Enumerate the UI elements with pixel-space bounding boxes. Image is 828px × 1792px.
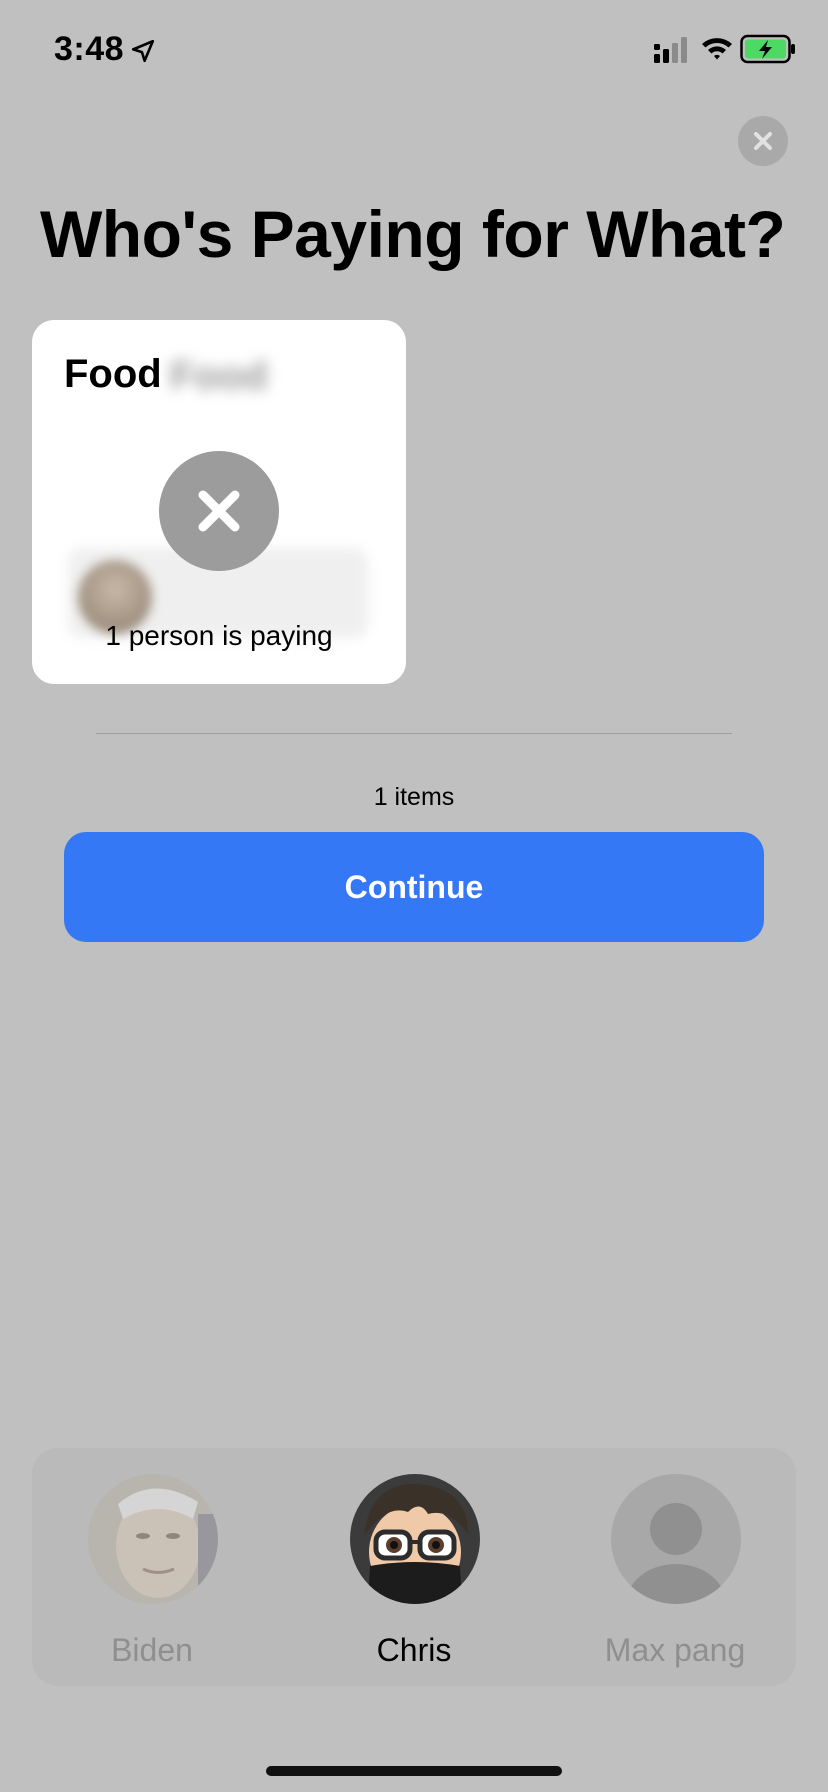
person-biden[interactable]: Biden bbox=[52, 1474, 252, 1674]
person-max-pang[interactable]: Max pang bbox=[575, 1474, 775, 1674]
person-name: Biden bbox=[111, 1632, 193, 1668]
home-indicator bbox=[266, 1766, 562, 1776]
remove-item-button[interactable] bbox=[159, 451, 279, 571]
person-name: Chris bbox=[376, 1632, 452, 1668]
location-arrow-icon bbox=[131, 39, 155, 63]
continue-button[interactable]: Continue bbox=[64, 832, 764, 942]
blurred-card-title: Food bbox=[170, 354, 268, 398]
items-count: 1 items bbox=[373, 783, 455, 811]
close-button[interactable] bbox=[738, 116, 788, 166]
close-icon bbox=[754, 132, 772, 150]
item-card-food[interactable]: Food Food 1 person is paying bbox=[32, 320, 406, 684]
avatar-placeholder-icon bbox=[611, 1474, 741, 1604]
remove-x-icon bbox=[198, 490, 240, 532]
divider bbox=[96, 733, 732, 734]
wifi-icon bbox=[702, 38, 732, 60]
paying-count-text: 1 person is paying bbox=[105, 620, 333, 651]
battery-charging-icon bbox=[740, 34, 795, 64]
person-chris[interactable]: Chris bbox=[314, 1474, 514, 1674]
avatar bbox=[88, 1474, 218, 1604]
page-title: Who's Paying for What? bbox=[40, 197, 786, 271]
person-name: Max pang bbox=[604, 1632, 746, 1668]
people-tray: Biden Chris Max pang bbox=[32, 1448, 796, 1686]
status-time: 3:48 bbox=[54, 30, 125, 68]
signal-icon bbox=[654, 37, 687, 63]
avatar bbox=[350, 1474, 480, 1604]
status-bar: 3:48 bbox=[0, 0, 828, 100]
item-name: Food bbox=[64, 352, 162, 396]
